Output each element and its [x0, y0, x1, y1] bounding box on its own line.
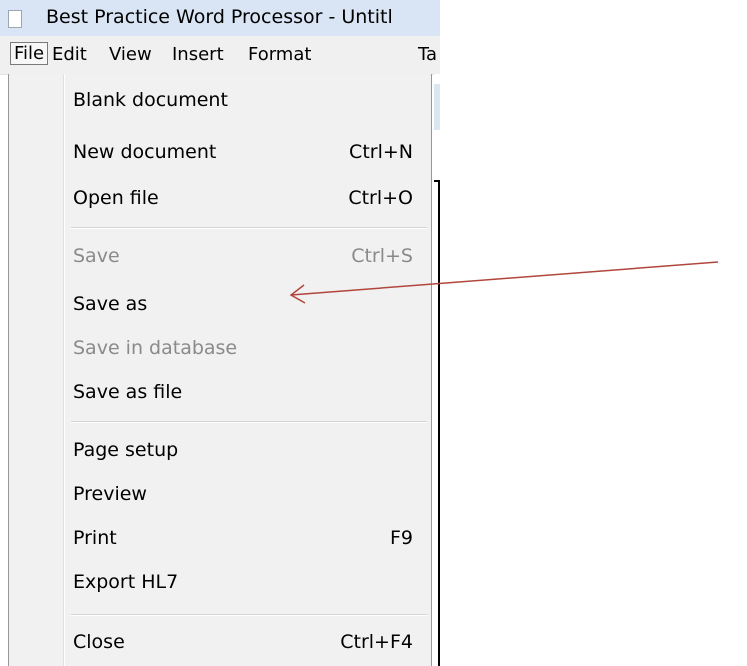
annotation-arrow-icon [289, 261, 719, 304]
